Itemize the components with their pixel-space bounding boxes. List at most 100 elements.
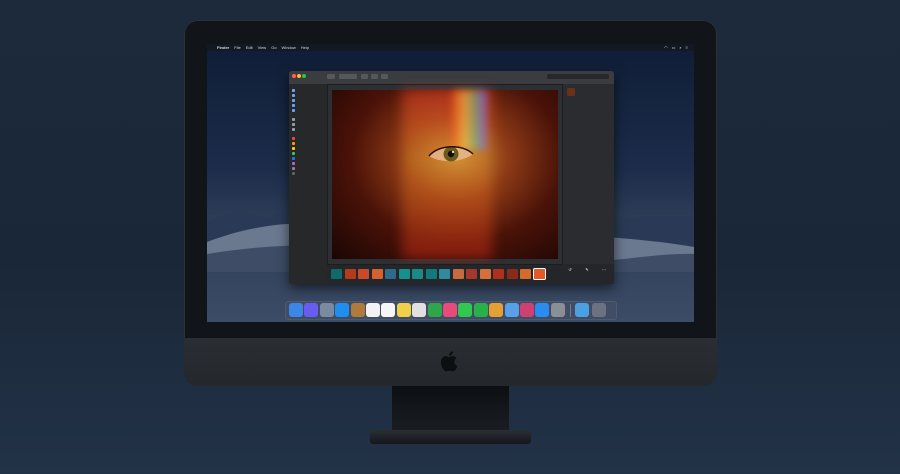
view-mode-buttons[interactable] [339,74,357,79]
folder-icon [292,104,295,107]
control-center-icon[interactable]: ≡ [686,45,688,50]
apple-logo-icon [440,351,458,372]
menu-bar: Finder File Edit View Go Window Help ◠ ▭… [207,44,694,51]
sidebar-tag-8[interactable] [289,171,327,176]
tag-color-dot-icon [292,152,295,155]
wifi-icon[interactable]: ◠ [664,45,668,50]
facetime-icon[interactable] [443,303,457,317]
filmstrip-thumbnail[interactable] [520,269,531,279]
rotate-icon: ↺ [568,267,572,272]
quick-actions: ↺ ✎ ⋯ [562,264,614,284]
menu-app-name[interactable]: Finder [217,45,229,50]
finder-icon[interactable] [289,303,303,317]
app-store-icon[interactable] [535,303,550,317]
calendar-icon[interactable] [366,303,380,317]
filmstrip-thumbnail[interactable] [506,269,518,279]
downloads-folder-icon[interactable] [575,303,589,317]
photos-icon[interactable] [427,303,442,317]
tag-color-dot-icon [292,172,295,175]
filmstrip-thumbnail[interactable] [412,269,423,279]
imac-stand-foot [370,430,531,444]
filmstrip-thumbnail[interactable] [344,269,356,279]
drive-icon [292,128,295,131]
maps-icon[interactable] [412,303,427,317]
folder-icon [292,109,295,112]
filmstrip-thumbnail[interactable] [439,269,450,279]
dock [285,301,617,320]
menu-go[interactable]: Go [271,45,276,50]
keynote-icon[interactable] [489,303,504,317]
reminders-icon[interactable] [396,303,411,317]
drive-icon [292,118,295,121]
siri-icon[interactable] [304,303,319,317]
info-panel [562,84,614,284]
filmstrip [327,264,562,284]
menu-file[interactable]: File [234,45,240,50]
metadata-list [565,101,613,176]
more-icon: ⋯ [602,267,606,272]
share-button[interactable] [381,74,388,79]
sidebar-item-location-3[interactable] [289,127,327,132]
image-preview[interactable] [332,90,558,259]
system-preferences-icon[interactable] [550,303,565,317]
group-button[interactable] [361,74,368,79]
imac-stand-neck [392,386,509,431]
menu-window[interactable]: Window [282,45,296,50]
menu-view[interactable]: View [258,45,267,50]
metadata-key [565,172,590,175]
filmstrip-thumbnail[interactable] [452,269,464,279]
window-titlebar [289,71,614,85]
markup-button[interactable]: ✎ [582,267,592,272]
notes-icon[interactable] [381,303,396,317]
preview-rainbow-overlay [452,90,487,150]
close-button[interactable] [292,74,296,78]
minimize-button[interactable] [297,74,301,78]
pages-icon[interactable] [504,303,519,317]
tag-color-dot-icon [292,137,295,140]
mail-icon[interactable] [350,303,365,317]
tag-color-dot-icon [292,147,295,150]
music-icon[interactable] [520,303,534,317]
filmstrip-thumbnail[interactable] [466,269,477,279]
sidebar-item-favorite-5[interactable] [289,108,327,113]
dock-separator [570,304,571,317]
filmstrip-thumbnail[interactable] [331,269,342,279]
filmstrip-thumbnail[interactable] [425,269,437,279]
battery-icon[interactable]: ▭ [672,45,676,50]
markup-icon: ✎ [585,267,589,272]
filmstrip-thumbnail[interactable] [532,268,546,280]
info-thumbnail [567,88,575,96]
messages-icon[interactable] [458,303,473,317]
safari-icon[interactable] [335,303,350,317]
filmstrip-thumbnail[interactable] [358,269,369,279]
drive-icon [292,123,295,126]
tag-color-dot-icon [292,167,295,170]
trash-icon[interactable] [592,303,606,317]
sidebar-tags-list [289,136,327,176]
filmstrip-thumbnail[interactable] [385,269,396,279]
tag-color-dot-icon [292,142,295,145]
folder-icon [292,94,295,97]
menu-help[interactable]: Help [301,45,309,50]
search-field[interactable] [547,74,609,79]
finder-window: ↺ ✎ ⋯ [289,71,614,284]
zoom-button[interactable] [302,74,306,78]
tag-color-dot-icon [292,162,295,165]
preview-eye-graphic [428,146,474,162]
finder-sidebar [289,84,328,284]
back-forward-button[interactable] [327,74,335,79]
filmstrip-thumbnail[interactable] [371,269,383,279]
filmstrip-thumbnail[interactable] [493,269,504,279]
menu-edit[interactable]: Edit [246,45,253,50]
desktop-screen: Finder File Edit View Go Window Help ◠ ▭… [207,44,694,322]
tag-color-dot-icon [292,157,295,160]
search-icon[interactable]: ⌕ [679,45,681,50]
filmstrip-thumbnail[interactable] [479,269,491,279]
folder-icon [292,99,295,102]
launchpad-icon[interactable] [319,303,334,317]
action-button[interactable] [371,74,378,79]
numbers-icon[interactable] [473,303,488,317]
more-button[interactable]: ⋯ [599,267,609,272]
filmstrip-thumbnail[interactable] [398,269,410,279]
rotate-left-button[interactable]: ↺ [565,267,575,272]
